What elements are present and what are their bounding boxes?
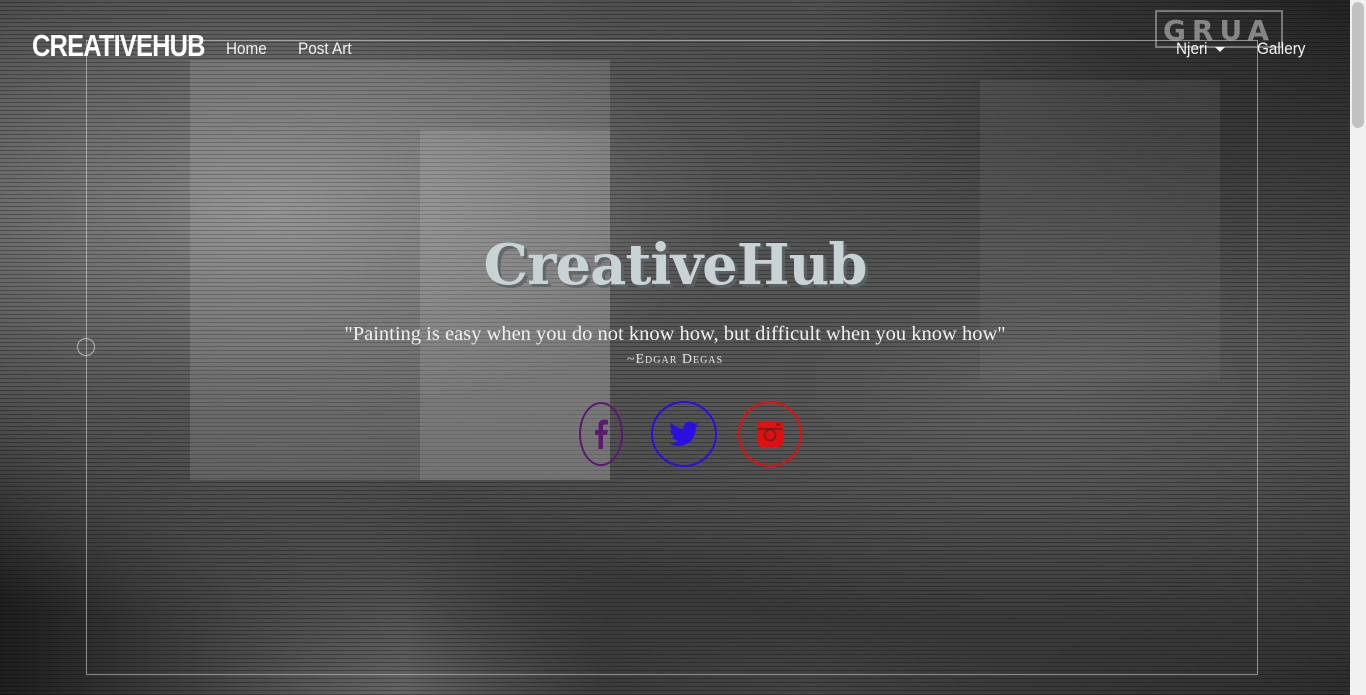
twitter-button[interactable]	[651, 401, 717, 467]
nav-link-post-art[interactable]: Post Art	[298, 39, 352, 59]
scrollbar-thumb[interactable]	[1352, 2, 1364, 128]
navbar: CREATIVEHUB Home Post Art Njeri Gallery	[0, 0, 1350, 98]
instagram-icon	[757, 421, 783, 447]
hero-title: CreativeHub	[483, 232, 867, 298]
caret-down-icon	[1215, 47, 1225, 52]
twitter-icon	[669, 421, 699, 446]
facebook-icon	[595, 419, 608, 449]
facebook-button[interactable]	[579, 402, 623, 466]
quote-author: ~Edgar Degas	[626, 352, 724, 367]
hero-section: GRUA	[0, 0, 1350, 695]
nav-link-gallery[interactable]: Gallery	[1257, 39, 1305, 59]
brand-logo[interactable]: CREATIVEHUB	[32, 28, 206, 64]
hero-quote: "Painting is easy when you do not know h…	[344, 323, 1006, 345]
nav-link-home[interactable]: Home	[226, 39, 267, 59]
instagram-button[interactable]	[738, 401, 802, 467]
user-dropdown[interactable]: Njeri	[1176, 39, 1207, 59]
